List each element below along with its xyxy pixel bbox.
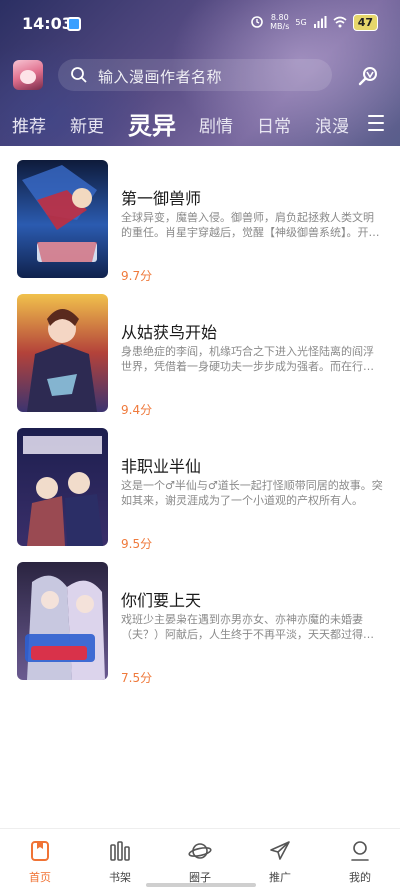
comic-cover[interactable] <box>17 562 108 680</box>
comic-score: 7.5分 <box>121 671 153 685</box>
net-speed-value: 8.80 <box>270 13 289 22</box>
comic-score: 9.7分 <box>121 269 153 283</box>
tab-recommend[interactable]: 推荐 <box>12 112 46 137</box>
net-speed-unit: MB/s <box>270 22 290 31</box>
planet-icon <box>188 843 212 859</box>
header: 14:03 8.80 MB/s 5G 47 输入漫画作者名称 推荐 新更 灵异 … <box>0 0 400 146</box>
tab-drama[interactable]: 剧情 <box>199 112 233 137</box>
wifi-icon <box>333 16 347 28</box>
comic-score: 9.4分 <box>121 403 153 417</box>
nav-profile-label: 我的 <box>349 871 371 884</box>
category-tabs: 推荐 新更 灵异 剧情 日常 浪漫 <box>0 104 400 144</box>
paper-plane-icon <box>270 841 290 860</box>
comic-title: 非职业半仙 <box>121 457 202 476</box>
comic-cover[interactable] <box>17 160 108 278</box>
tab-new-updates[interactable]: 新更 <box>70 112 104 137</box>
comic-description: 这是一个♂半仙与♂道长一起打怪顺带同居的故事。突如其来，谢灵涯成为了一个小道观的… <box>121 479 383 507</box>
comic-title: 从姑获鸟开始 <box>121 323 218 342</box>
comic-score: 9.5分 <box>121 537 153 551</box>
search-icon <box>71 67 87 83</box>
bookshelf-icon <box>110 841 130 861</box>
user-icon <box>351 841 369 861</box>
search-placeholder: 输入漫画作者名称 <box>98 68 223 86</box>
notification-app-icon <box>67 17 81 31</box>
battery-indicator: 47 <box>352 13 378 31</box>
comic-title: 第一御兽师 <box>121 189 202 208</box>
comic-cover[interactable] <box>17 294 108 412</box>
nav-promote-label: 推广 <box>269 871 291 884</box>
nav-promote[interactable]: 推广 <box>250 839 310 885</box>
search-input[interactable]: 输入漫画作者名称 <box>58 59 332 91</box>
nav-home[interactable]: 首页 <box>10 839 70 885</box>
signal-icon <box>313 16 327 28</box>
comic-description: 戏班少主晏枭在遇到亦男亦女、亦神亦魔的未婚妻（夫？）阿献后，人生终于不再平淡，天… <box>121 613 363 641</box>
tab-romance[interactable]: 浪漫 <box>315 112 349 137</box>
list-item[interactable]: 非职业半仙 这是一个♂半仙与♂道长一起打怪顺带同居的故事。突如其来，谢灵涯成为了… <box>0 428 400 551</box>
comic-description: 全球异变，魔兽入侵。御兽师，肩负起拯救人类文明的重任。肖星宇穿越后，觉醒【神级御… <box>121 211 380 239</box>
alarm-icon <box>251 16 263 28</box>
nav-profile[interactable]: 我的 <box>330 839 390 885</box>
network-type: 5G <box>295 17 307 27</box>
net-speed: 8.80 MB/s <box>270 13 289 31</box>
home-indicator[interactable] <box>146 883 256 887</box>
nav-home-label: 首页 <box>29 871 51 884</box>
menu-icon[interactable] <box>368 115 384 131</box>
tab-daily[interactable]: 日常 <box>257 112 291 137</box>
nav-community[interactable]: 圈子 <box>170 839 230 885</box>
comic-description: 身患绝症的李阎，机缘巧合之下进入光怪陆离的阎浮世界，凭借着一身硬功夫一步步成为强… <box>121 345 374 373</box>
ranking-icon[interactable] <box>357 65 379 87</box>
bottom-nav: 首页 书架 圈子 推广 我的 <box>0 828 400 889</box>
avatar[interactable] <box>13 60 43 90</box>
nav-bookshelf-label: 书架 <box>109 871 131 884</box>
search-row: 输入漫画作者名称 <box>0 56 400 96</box>
status-indicators: 8.80 MB/s 5G 47 <box>250 13 378 31</box>
list-item[interactable]: 从姑获鸟开始 身患绝症的李阎，机缘巧合之下进入光怪陆离的阎浮世界，凭借着一身硬功… <box>0 294 400 417</box>
comic-cover[interactable] <box>17 428 108 546</box>
list-item[interactable]: 第一御兽师 全球异变，魔兽入侵。御兽师，肩负起拯救人类文明的重任。肖星宇穿越后，… <box>0 160 400 283</box>
list-item[interactable]: 你们要上天 戏班少主晏枭在遇到亦男亦女、亦神亦魔的未婚妻（夫？）阿献后，人生终于… <box>0 562 400 685</box>
nav-bookshelf[interactable]: 书架 <box>90 839 150 885</box>
status-bar: 14:03 8.80 MB/s 5G 47 <box>0 0 400 48</box>
tab-supernatural[interactable]: 灵异 <box>128 106 176 141</box>
status-time: 14:03 <box>22 14 73 33</box>
home-icon <box>31 841 49 861</box>
comic-title: 你们要上天 <box>121 591 202 610</box>
